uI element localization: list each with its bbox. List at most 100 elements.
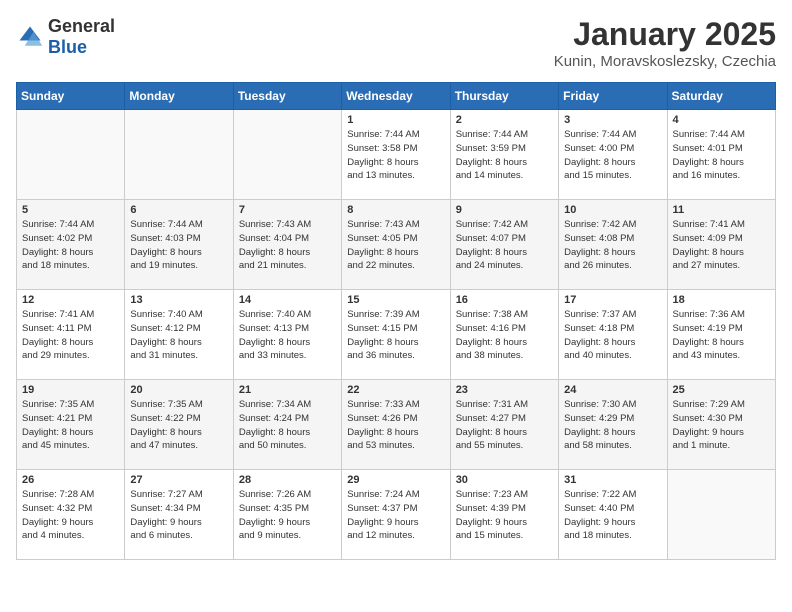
day-number: 7 xyxy=(239,204,336,216)
calendar-cell: 24 Sunrise: 7:30 AM Sunset: 4:29 PM Dayli… xyxy=(559,380,667,470)
day-info: Sunrise: 7:35 AM Sunset: 4:22 PM Dayligh… xyxy=(130,398,227,453)
day-number: 30 xyxy=(456,474,553,486)
day-number: 22 xyxy=(347,384,444,396)
day-info: Sunrise: 7:44 AM Sunset: 4:03 PM Dayligh… xyxy=(130,218,227,273)
title-block: January 2025 Kunin, Moravskoslezsky, Cze… xyxy=(554,16,776,70)
day-info: Sunrise: 7:38 AM Sunset: 4:16 PM Dayligh… xyxy=(456,308,553,363)
calendar-cell: 21 Sunrise: 7:34 AM Sunset: 4:24 PM Dayli… xyxy=(233,380,341,470)
day-info: Sunrise: 7:22 AM Sunset: 4:40 PM Dayligh… xyxy=(564,488,661,543)
day-number: 25 xyxy=(673,384,770,396)
day-info: Sunrise: 7:24 AM Sunset: 4:37 PM Dayligh… xyxy=(347,488,444,543)
day-info: Sunrise: 7:44 AM Sunset: 4:01 PM Dayligh… xyxy=(673,128,770,183)
day-info: Sunrise: 7:37 AM Sunset: 4:18 PM Dayligh… xyxy=(564,308,661,363)
day-info: Sunrise: 7:44 AM Sunset: 3:59 PM Dayligh… xyxy=(456,128,553,183)
calendar-cell: 8Sunrise: 7:43 AM Sunset: 4:05 PM Daylig… xyxy=(342,200,450,290)
day-info: Sunrise: 7:42 AM Sunset: 4:08 PM Dayligh… xyxy=(564,218,661,273)
calendar-cell: 13 Sunrise: 7:40 AM Sunset: 4:12 PM Dayli… xyxy=(125,290,233,380)
day-info: Sunrise: 7:28 AM Sunset: 4:32 PM Dayligh… xyxy=(22,488,119,543)
day-number: 17 xyxy=(564,294,661,306)
day-number: 14 xyxy=(239,294,336,306)
header-saturday: Saturday xyxy=(667,83,775,110)
logo-general: General xyxy=(48,16,115,36)
day-info: Sunrise: 7:34 AM Sunset: 4:24 PM Dayligh… xyxy=(239,398,336,453)
day-number: 2 xyxy=(456,114,553,126)
calendar-cell: 18Sunrise: 7:36 AM Sunset: 4:19 PM Dayli… xyxy=(667,290,775,380)
calendar-cell: 5Sunrise: 7:44 AM Sunset: 4:02 PM Daylig… xyxy=(17,200,125,290)
calendar-cell: 23 Sunrise: 7:31 AM Sunset: 4:27 PM Dayli… xyxy=(450,380,558,470)
month-title: January 2025 xyxy=(554,16,776,53)
logo: General Blue xyxy=(16,16,115,58)
day-info: Sunrise: 7:29 AM Sunset: 4:30 PM Dayligh… xyxy=(673,398,770,453)
day-info: Sunrise: 7:43 AM Sunset: 4:04 PM Dayligh… xyxy=(239,218,336,273)
logo-blue: Blue xyxy=(48,37,87,57)
day-info: Sunrise: 7:33 AM Sunset: 4:26 PM Dayligh… xyxy=(347,398,444,453)
day-number: 5 xyxy=(22,204,119,216)
day-number: 3 xyxy=(564,114,661,126)
day-info: Sunrise: 7:30 AM Sunset: 4:29 PM Dayligh… xyxy=(564,398,661,453)
calendar-week-2: 12 Sunrise: 7:41 AM Sunset: 4:11 PM Dayli… xyxy=(17,290,776,380)
calendar-cell: 4 Sunrise: 7:44 AM Sunset: 4:01 PM Daylig… xyxy=(667,110,775,200)
day-info: Sunrise: 7:41 AM Sunset: 4:11 PM Dayligh… xyxy=(22,308,119,363)
day-number: 23 xyxy=(456,384,553,396)
day-info: Sunrise: 7:40 AM Sunset: 4:12 PM Dayligh… xyxy=(130,308,227,363)
calendar-week-0: 1Sunrise: 7:44 AM Sunset: 3:58 PM Daylig… xyxy=(17,110,776,200)
calendar-week-1: 5Sunrise: 7:44 AM Sunset: 4:02 PM Daylig… xyxy=(17,200,776,290)
header-wednesday: Wednesday xyxy=(342,83,450,110)
day-number: 27 xyxy=(130,474,227,486)
day-number: 4 xyxy=(673,114,770,126)
calendar-cell: 1Sunrise: 7:44 AM Sunset: 3:58 PM Daylig… xyxy=(342,110,450,200)
day-info: Sunrise: 7:39 AM Sunset: 4:15 PM Dayligh… xyxy=(347,308,444,363)
header-friday: Friday xyxy=(559,83,667,110)
calendar-cell: 16Sunrise: 7:38 AM Sunset: 4:16 PM Dayli… xyxy=(450,290,558,380)
day-number: 26 xyxy=(22,474,119,486)
calendar-cell: 3Sunrise: 7:44 AM Sunset: 4:00 PM Daylig… xyxy=(559,110,667,200)
calendar-cell: 25 Sunrise: 7:29 AM Sunset: 4:30 PM Dayli… xyxy=(667,380,775,470)
day-info: Sunrise: 7:35 AM Sunset: 4:21 PM Dayligh… xyxy=(22,398,119,453)
day-number: 19 xyxy=(22,384,119,396)
calendar-cell: 6 Sunrise: 7:44 AM Sunset: 4:03 PM Daylig… xyxy=(125,200,233,290)
calendar-cell: 15 Sunrise: 7:39 AM Sunset: 4:15 PM Dayli… xyxy=(342,290,450,380)
day-number: 20 xyxy=(130,384,227,396)
calendar-cell: 17 Sunrise: 7:37 AM Sunset: 4:18 PM Dayli… xyxy=(559,290,667,380)
header-row: Sunday Monday Tuesday Wednesday Thursday… xyxy=(17,83,776,110)
day-info: Sunrise: 7:42 AM Sunset: 4:07 PM Dayligh… xyxy=(456,218,553,273)
day-number: 24 xyxy=(564,384,661,396)
logo-text: General Blue xyxy=(48,16,115,58)
calendar-cell xyxy=(233,110,341,200)
calendar-cell: 10Sunrise: 7:42 AM Sunset: 4:08 PM Dayli… xyxy=(559,200,667,290)
day-info: Sunrise: 7:41 AM Sunset: 4:09 PM Dayligh… xyxy=(673,218,770,273)
calendar-cell: 19 Sunrise: 7:35 AM Sunset: 4:21 PM Dayli… xyxy=(17,380,125,470)
calendar-cell: 2 Sunrise: 7:44 AM Sunset: 3:59 PM Daylig… xyxy=(450,110,558,200)
day-number: 13 xyxy=(130,294,227,306)
calendar-cell: 27Sunrise: 7:27 AM Sunset: 4:34 PM Dayli… xyxy=(125,470,233,560)
calendar-cell: 9Sunrise: 7:42 AM Sunset: 4:07 PM Daylig… xyxy=(450,200,558,290)
day-number: 12 xyxy=(22,294,119,306)
day-number: 11 xyxy=(673,204,770,216)
day-number: 21 xyxy=(239,384,336,396)
calendar-cell: 7 Sunrise: 7:43 AM Sunset: 4:04 PM Daylig… xyxy=(233,200,341,290)
calendar-cell: 29 Sunrise: 7:24 AM Sunset: 4:37 PM Dayli… xyxy=(342,470,450,560)
calendar-week-4: 26 Sunrise: 7:28 AM Sunset: 4:32 PM Dayli… xyxy=(17,470,776,560)
day-number: 8 xyxy=(347,204,444,216)
calendar-cell: 26 Sunrise: 7:28 AM Sunset: 4:32 PM Dayli… xyxy=(17,470,125,560)
calendar-cell: 28 Sunrise: 7:26 AM Sunset: 4:35 PM Dayli… xyxy=(233,470,341,560)
day-info: Sunrise: 7:31 AM Sunset: 4:27 PM Dayligh… xyxy=(456,398,553,453)
day-info: Sunrise: 7:23 AM Sunset: 4:39 PM Dayligh… xyxy=(456,488,553,543)
calendar-week-3: 19 Sunrise: 7:35 AM Sunset: 4:21 PM Dayli… xyxy=(17,380,776,470)
calendar-cell xyxy=(17,110,125,200)
day-number: 29 xyxy=(347,474,444,486)
day-number: 6 xyxy=(130,204,227,216)
calendar-cell: 31Sunrise: 7:22 AM Sunset: 4:40 PM Dayli… xyxy=(559,470,667,560)
day-info: Sunrise: 7:26 AM Sunset: 4:35 PM Dayligh… xyxy=(239,488,336,543)
header-tuesday: Tuesday xyxy=(233,83,341,110)
calendar-table: Sunday Monday Tuesday Wednesday Thursday… xyxy=(16,82,776,560)
day-number: 1 xyxy=(347,114,444,126)
calendar-body: 1Sunrise: 7:44 AM Sunset: 3:58 PM Daylig… xyxy=(17,110,776,560)
calendar-cell: 20 Sunrise: 7:35 AM Sunset: 4:22 PM Dayli… xyxy=(125,380,233,470)
calendar-header: Sunday Monday Tuesday Wednesday Thursday… xyxy=(17,83,776,110)
page-header: General Blue January 2025 Kunin, Moravsk… xyxy=(16,16,776,70)
calendar-cell: 11 Sunrise: 7:41 AM Sunset: 4:09 PM Dayli… xyxy=(667,200,775,290)
day-number: 15 xyxy=(347,294,444,306)
calendar-cell xyxy=(125,110,233,200)
day-number: 28 xyxy=(239,474,336,486)
